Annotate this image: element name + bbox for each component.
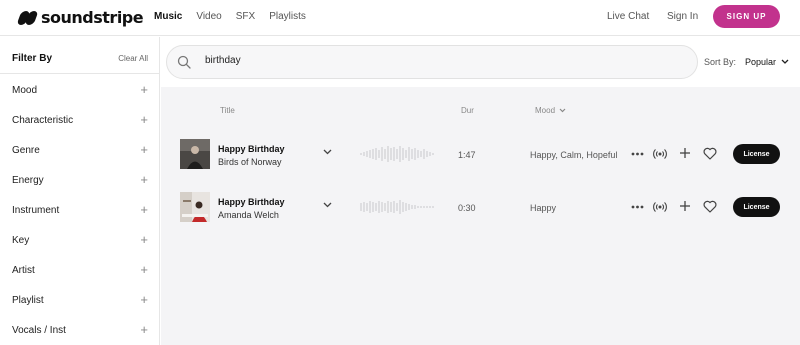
heart-icon[interactable] [703,200,717,213]
plus-icon: + [140,142,148,157]
main-content: Sort By: Popular Title Dur Mood Happy Bi [161,37,800,345]
plus-icon: + [140,292,148,307]
filter-label: Playlist [12,294,44,306]
broadcast-icon[interactable] [653,200,667,214]
filter-mood[interactable]: Mood + [12,80,148,100]
plus-icon: + [140,82,148,97]
track-mood: Happy, Calm, Hopeful [530,150,618,160]
license-button[interactable]: License [733,197,780,217]
filter-vocals-inst[interactable]: Vocals / Inst + [12,320,148,340]
filter-artist[interactable]: Artist + [12,260,148,280]
sign-in-link[interactable]: Sign In [667,11,698,22]
logo-mark-icon [16,10,39,25]
track-title[interactable]: Happy Birthday [218,197,285,207]
soundstripe-logo[interactable]: soundstripe [16,8,144,27]
filter-label: Key [12,234,30,246]
track-title[interactable]: Happy Birthday [218,144,285,154]
plus-icon: + [140,202,148,217]
track-thumbnail[interactable] [180,139,210,169]
filter-label: Vocals / Inst [12,324,66,336]
nav-video[interactable]: Video [196,11,221,22]
sort-value: Popular [745,57,777,67]
clear-all-button[interactable]: Clear All [118,54,148,63]
waveform[interactable] [359,195,437,219]
filter-header: Filter By Clear All [12,53,148,71]
filter-title: Filter By [12,53,53,64]
chevron-down-icon [559,108,566,113]
filter-energy[interactable]: Energy + [12,170,148,190]
nav-playlists[interactable]: Playlists [269,11,306,22]
logo-text: soundstripe [41,8,144,27]
filter-label: Characteristic [12,114,74,126]
filter-sidebar: Filter By Clear All Mood + Characteristi… [0,37,160,345]
nav-sfx[interactable]: SFX [236,11,255,22]
add-icon[interactable] [679,147,691,159]
track-artist[interactable]: Amanda Welch [218,210,279,220]
plus-icon: + [140,262,148,277]
plus-icon: + [140,322,148,337]
track-row[interactable]: Happy Birthday Amanda Welch 0:30 Happy L… [161,192,800,232]
add-icon[interactable] [679,200,691,212]
track-mood: Happy [530,203,557,213]
heart-icon[interactable] [703,147,717,160]
sign-up-button[interactable]: SIGN UP [713,5,780,28]
top-header: soundstripe Music Video SFX Playlists Li… [0,0,800,36]
track-row[interactable]: Happy Birthday Birds of Norway 1:47 Happ… [161,139,800,179]
more-icon[interactable] [631,152,644,156]
column-mood[interactable]: Mood [535,106,566,115]
chevron-down-icon [781,59,789,64]
filter-key[interactable]: Key + [12,230,148,250]
more-icon[interactable] [631,205,644,209]
sort-control: Sort By: Popular [704,57,789,67]
column-mood-label: Mood [535,106,556,115]
chevron-down-icon[interactable] [323,202,332,208]
track-artist[interactable]: Birds of Norway [218,157,282,167]
filter-instrument[interactable]: Instrument + [12,200,148,220]
filter-label: Instrument [12,204,60,216]
license-button[interactable]: License [733,144,780,164]
filter-genre[interactable]: Genre + [12,140,148,160]
filter-playlist[interactable]: Playlist + [12,290,148,310]
filter-label: Mood [12,84,38,96]
sort-label: Sort By: [704,57,737,67]
plus-icon: + [140,112,148,127]
track-duration: 1:47 [458,150,476,160]
column-duration[interactable]: Dur [461,106,474,115]
track-thumbnail[interactable] [180,192,210,222]
filter-label: Genre [12,144,40,156]
nav-music[interactable]: Music [154,11,182,22]
sort-dropdown[interactable]: Popular [745,57,789,67]
search-icon [177,55,191,69]
search-input[interactable] [205,55,505,66]
live-chat-link[interactable]: Live Chat [607,11,649,22]
filter-characteristic[interactable]: Characteristic + [12,110,148,130]
chevron-down-icon[interactable] [323,149,332,155]
waveform[interactable] [359,142,437,166]
divider [0,73,160,74]
filter-label: Energy [12,174,44,186]
main-nav: Music Video SFX Playlists [154,11,320,22]
column-title[interactable]: Title [220,106,235,115]
track-duration: 0:30 [458,203,476,213]
search-bar[interactable] [166,45,698,79]
plus-icon: + [140,172,148,187]
broadcast-icon[interactable] [653,147,667,161]
filter-label: Artist [12,264,35,276]
plus-icon: + [140,232,148,247]
results-panel: Title Dur Mood Happy Birthday Birds of N… [161,87,800,345]
